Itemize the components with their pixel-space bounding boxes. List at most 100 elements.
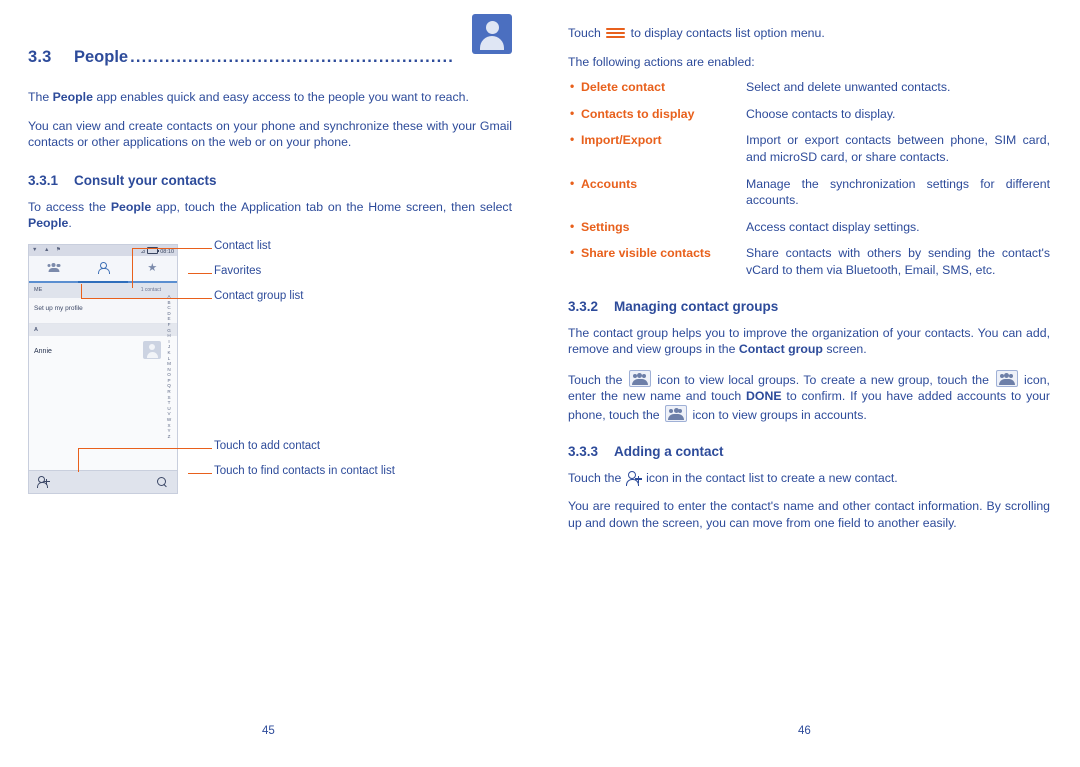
page-left: 3.3 People .............................… (0, 0, 540, 767)
list-item: Delete contact Select and delete unwante… (568, 78, 1050, 96)
option-term: Share visible contacts (568, 244, 746, 278)
cg-b: Contact group (738, 342, 823, 357)
list-item: Contacts to display Choose contacts to d… (568, 105, 1050, 123)
option-def: Import or export contacts between phone,… (746, 133, 1050, 164)
p3-c: app, touch the Application tab on the Ho… (151, 199, 512, 214)
search-icon[interactable] (157, 476, 167, 488)
callout-favorites: Favorites (214, 264, 262, 277)
menu-icon (606, 27, 626, 40)
tab-favorites[interactable]: ★ (128, 256, 177, 281)
page-right: Touch to display contacts list option me… (540, 0, 1080, 767)
add-contact-inline-icon (626, 470, 643, 486)
alphabet-index[interactable]: ABCDEFGHIJKLMNOPQRSTUVWXYZ (165, 294, 173, 439)
list-item: Accounts Manage the synchronization sett… (568, 175, 1050, 209)
avatar (143, 340, 161, 359)
callout-add-contact: Touch to add contact (214, 439, 321, 452)
paragraph-add-contact: Touch the icon in the contact list to cr… (568, 470, 1050, 487)
page-number-right: 46 (798, 725, 811, 737)
status-time: 08:10 (160, 249, 174, 256)
option-term: Accounts (568, 175, 746, 209)
add-contact-icon[interactable] (37, 475, 50, 488)
leader-contact-list-h (132, 247, 212, 250)
option-term: Delete contact (568, 78, 746, 96)
phone-status-bar: ▼ ▲ ⚑ ⊿ 08:10 (29, 244, 177, 256)
section-heading-3-3: 3.3 People .............................… (28, 14, 512, 67)
paragraph-enter-name: You are required to enter the contact's … (568, 499, 1050, 530)
right-column: Touch to display contacts list option me… (568, 22, 1050, 543)
option-def: Manage the synchronization settings for … (746, 176, 1050, 208)
paragraph-view-groups: Touch the icon to view local groups. To … (568, 369, 1050, 424)
cg-c: screen. (822, 342, 867, 357)
setup-profile-row[interactable]: Set up my profile (29, 297, 177, 324)
ac-b: icon in the contact list to create a new… (642, 470, 898, 485)
list-item: Settings Access contact display settings… (568, 218, 1050, 236)
ac-a: Touch the (568, 470, 625, 485)
callout-contact-list: Contact list (214, 239, 271, 252)
phone-mockup: ▼ ▲ ⚑ ⊿ 08:10 ★ ME 1 contact Set up my pr… (28, 243, 178, 494)
phone-tabbar: ★ (29, 255, 177, 283)
me-label: ME (34, 286, 43, 293)
touch-menu-a: Touch (568, 26, 605, 40)
vg-a: Touch the (568, 372, 627, 387)
signal-icon: ⊿ (140, 249, 146, 256)
callout-contact-group-list: Contact group list (214, 289, 304, 302)
contact-count: 1 contact (140, 286, 161, 293)
list-item: Share visible contacts Share contacts wi… (568, 244, 1050, 278)
people-app-icon (472, 14, 512, 54)
subsection-heading-3-3-2: 3.3.2 Managing contact groups (568, 299, 1050, 314)
subsection-title-3: Adding a contact (614, 443, 724, 459)
p3-e: . (68, 216, 72, 231)
page-number-left: 45 (262, 725, 275, 737)
letter-header-a: A (29, 323, 177, 336)
tab-contacts[interactable] (78, 256, 127, 281)
option-def: Access contact display settings. (746, 219, 920, 234)
section-title: People (74, 48, 129, 66)
star-icon: ★ (147, 261, 158, 274)
option-term: Import/Export (568, 131, 746, 165)
leader-group-h (81, 297, 212, 300)
list-item: Import/Export Import or export contacts … (568, 131, 1050, 165)
subsection-heading-3-3-1: 3.3.1 Consult your contacts (28, 173, 512, 188)
option-def: Share contacts with others by sending th… (746, 246, 1050, 277)
person-icon (97, 261, 110, 274)
contact-list-empty-area (29, 369, 177, 480)
subsection-number-3: 3.3.3 (568, 443, 599, 459)
subsection-number-2: 3.3.2 (568, 298, 599, 314)
paragraph-people-intro: The People app enables quick and easy ac… (28, 90, 469, 104)
option-def: Select and delete unwanted contacts. (746, 80, 951, 95)
contact-name: Annie (34, 347, 52, 355)
paragraph-following-actions: The following actions are enabled: (568, 54, 755, 69)
vg-f: icon to view groups in accounts. (689, 407, 867, 422)
callout-find-contacts: Touch to find contacts in contact list (214, 464, 395, 477)
subsection-title-1: Consult your contacts (74, 172, 217, 188)
paragraph-touch-menu: Touch to display contacts list option me… (568, 25, 1050, 42)
status-left-icons: ▼ ▲ ⚑ (32, 246, 64, 253)
subsection-number-1: 3.3.1 (28, 172, 59, 188)
paragraph-access-people: To access the People app, touch the Appl… (28, 199, 512, 232)
local-groups-icon (628, 369, 651, 387)
subsection-heading-3-3-3: 3.3.3 Adding a contact (568, 444, 1050, 459)
leader-find-h (188, 472, 212, 475)
contact-row-annie[interactable]: Annie (29, 335, 177, 370)
me-section-header: ME 1 contact (29, 282, 177, 298)
p3-b: People (110, 199, 152, 214)
option-def: Choose contacts to display. (746, 106, 896, 121)
figure-contacts-screen: ▼ ▲ ⚑ ⊿ 08:10 ★ ME 1 contact Set up my pr… (28, 240, 508, 519)
paragraph-sync-intro: You can view and create contacts on your… (28, 118, 512, 150)
tab-groups[interactable] (29, 256, 78, 281)
leader-group-v (81, 283, 83, 298)
account-groups-icon (665, 404, 688, 422)
p3-d: People (28, 216, 69, 231)
leader-add-v (78, 447, 80, 472)
leader-contact-list-v (132, 247, 134, 288)
section-number: 3.3 (28, 48, 52, 66)
paragraph-contact-group: The contact group helps you to improve t… (568, 325, 1050, 358)
touch-menu-b: to display contacts list option menu. (627, 26, 825, 40)
phone-bottom-bar (29, 469, 177, 493)
people-bold-1: People (52, 90, 93, 104)
p3-a: To access the (28, 199, 111, 214)
subsection-title-2: Managing contact groups (614, 298, 779, 314)
section-dot-leader: ........................................… (130, 48, 455, 66)
leader-favorites-h (188, 272, 212, 275)
new-group-icon (995, 369, 1018, 387)
